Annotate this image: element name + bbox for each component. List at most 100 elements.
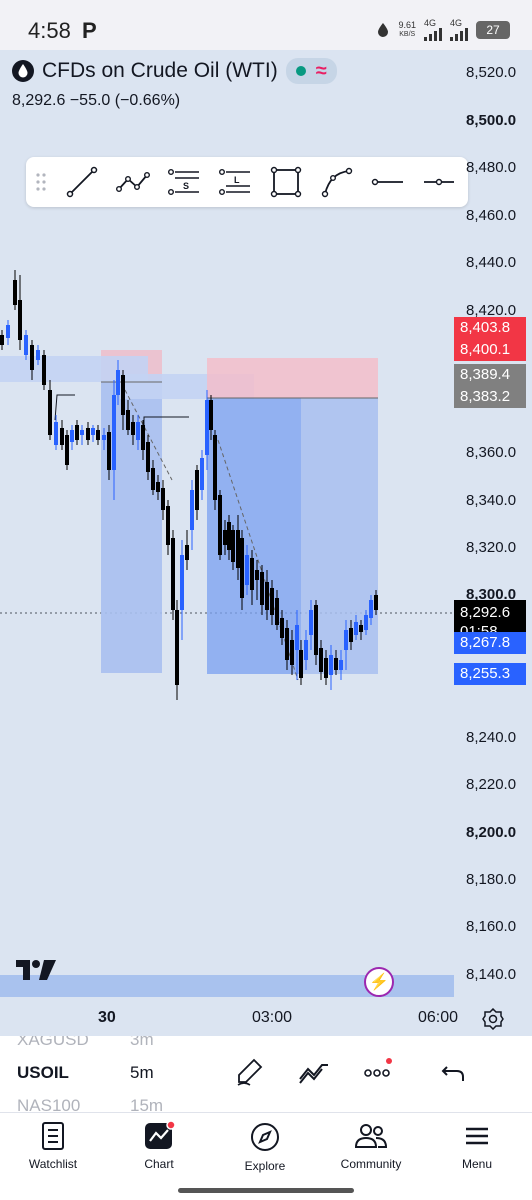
- candle-body: [30, 345, 34, 370]
- target-label-bottom[interactable]: 8,255.3: [454, 663, 526, 685]
- nav-explore[interactable]: Explore: [212, 1113, 318, 1183]
- candle-body: [65, 435, 69, 465]
- entry-label-top[interactable]: 8,389.4: [454, 364, 526, 386]
- candle-body: [6, 325, 10, 338]
- symbol-item[interactable]: NAS100: [17, 1096, 80, 1112]
- candle-body: [121, 375, 125, 415]
- curve-tool[interactable]: [311, 157, 362, 207]
- data-delay-icon: ≈: [315, 60, 327, 82]
- nav-watchlist[interactable]: Watchlist: [0, 1113, 106, 1183]
- compass-icon: [251, 1123, 279, 1151]
- candle-body: [319, 648, 323, 672]
- candle-body: [112, 395, 116, 470]
- nav-community[interactable]: Community: [318, 1113, 424, 1183]
- candle-body: [255, 570, 259, 580]
- price-tick: 8,160.0: [466, 918, 517, 935]
- patterns-icon[interactable]: [298, 1056, 330, 1088]
- short-position-tool[interactable]: S: [158, 157, 209, 207]
- path-tool[interactable]: [107, 157, 158, 207]
- candle-body: [60, 428, 64, 445]
- menu-icon: [466, 1127, 488, 1145]
- drag-handle-icon[interactable]: [26, 172, 56, 192]
- market-status-pill[interactable]: ≈: [285, 58, 337, 84]
- target-label-top[interactable]: 8,267.8: [454, 632, 526, 654]
- candle-body: [275, 598, 279, 625]
- nav-chart-label: Chart: [144, 1157, 174, 1171]
- bottom-navigation: Watchlist Chart Explore Community Menu: [0, 1112, 532, 1200]
- candle-body: [344, 630, 348, 650]
- horizontal-ray-tool[interactable]: [362, 157, 413, 207]
- brush-icon[interactable]: [233, 1056, 265, 1088]
- nav-community-label: Community: [340, 1157, 402, 1171]
- candle-body: [116, 370, 120, 395]
- candle-body: [91, 428, 95, 435]
- candle-body: [146, 442, 150, 472]
- current-price-value: 8,292.6: [460, 604, 511, 621]
- price-tick: 8,480.0: [466, 159, 517, 176]
- candle-body: [245, 555, 249, 585]
- stop-loss-label-top[interactable]: 8,403.8: [454, 317, 526, 339]
- horizontal-line-icon: [423, 178, 454, 186]
- candle-body: [236, 530, 240, 568]
- nav-menu[interactable]: Menu: [424, 1113, 530, 1183]
- candle-body: [200, 458, 204, 490]
- candle-body: [75, 425, 79, 440]
- candle-body: [309, 610, 313, 635]
- stop-loss-label-bottom[interactable]: 8,400.1: [454, 339, 526, 361]
- candle-body: [339, 660, 343, 670]
- candle-body: [223, 530, 227, 545]
- candle-body: [13, 280, 17, 305]
- candle-body: [175, 610, 179, 685]
- svg-text:S: S: [183, 181, 189, 191]
- price-tick: 8,220.0: [466, 776, 517, 793]
- timeframe-item[interactable]: 15m: [130, 1096, 163, 1112]
- symbol-header[interactable]: CFDs on Crude Oil (WTI) ≈: [12, 58, 337, 84]
- rectangle-tool[interactable]: [260, 157, 311, 207]
- status-right-icons: 9.61 KB/S 4G 4G 27: [376, 16, 510, 44]
- candle-body: [240, 538, 244, 598]
- notification-p-icon: P: [82, 18, 97, 43]
- candle-body: [354, 622, 358, 635]
- svg-text:L: L: [234, 175, 240, 185]
- gear-icon[interactable]: [482, 1008, 504, 1030]
- candle-body: [18, 300, 22, 340]
- price-tick: 8,320.0: [466, 539, 517, 556]
- nav-watchlist-label: Watchlist: [28, 1157, 78, 1171]
- more-tools-icon[interactable]: [362, 1056, 394, 1088]
- candle-body: [374, 595, 378, 610]
- candle-body: [270, 588, 274, 615]
- long-position-tool[interactable]: L: [209, 157, 260, 207]
- candle-body: [304, 640, 308, 660]
- signal-icon-1: 4G: [424, 19, 442, 41]
- candle-body: [231, 530, 235, 562]
- home-indicator[interactable]: [178, 1188, 354, 1193]
- short-position-2[interactable]: [207, 358, 378, 674]
- symbol-item[interactable]: XAGUSD: [17, 1036, 89, 1050]
- status-time: 4:58: [28, 18, 71, 43]
- trend-line-tool[interactable]: [56, 157, 107, 207]
- candle-body: [285, 628, 289, 660]
- entry-label-bottom[interactable]: 8,383.2: [454, 386, 526, 408]
- candle-body: [156, 482, 160, 492]
- horizontal-line-tool[interactable]: [413, 157, 464, 207]
- undo-icon[interactable]: [438, 1056, 470, 1088]
- price-tick: 8,240.0: [466, 729, 517, 746]
- nav-chart[interactable]: Chart: [106, 1113, 212, 1183]
- timeframe-item[interactable]: 3m: [130, 1036, 154, 1050]
- short-position-icon: S: [167, 168, 199, 196]
- chart-icon: [145, 1121, 176, 1149]
- lightning-icon[interactable]: ⚡: [364, 967, 394, 997]
- data-saver-icon: [378, 23, 389, 37]
- signal-icon-2: 4G: [450, 19, 468, 41]
- candle-body: [299, 650, 303, 678]
- symbol-title[interactable]: CFDs on Crude Oil (WTI): [42, 59, 278, 83]
- candle-body: [364, 615, 368, 630]
- candle-body: [290, 640, 294, 665]
- candle-body: [185, 545, 189, 560]
- candle-body: [126, 410, 130, 430]
- candle-body: [265, 582, 269, 610]
- symbol-item-selected[interactable]: USOIL: [17, 1063, 69, 1083]
- time-label-0300: 03:00: [252, 1009, 293, 1026]
- candle-body: [349, 628, 353, 642]
- timeframe-item-selected[interactable]: 5m: [130, 1063, 154, 1083]
